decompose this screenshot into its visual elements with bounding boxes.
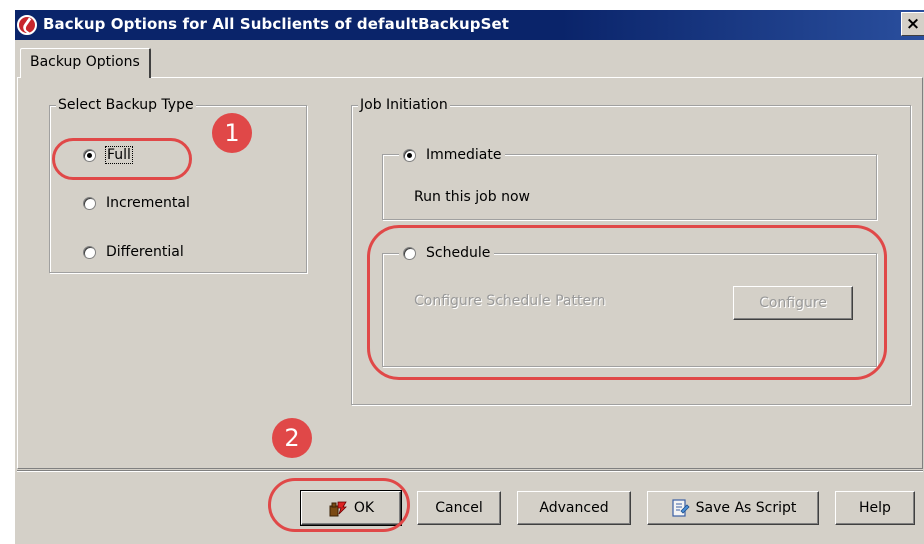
tab-label: Backup Options [30,54,140,70]
radio-immediate[interactable]: Immediate [399,147,506,163]
save-as-script-button[interactable]: Save As Script [647,491,819,525]
close-icon[interactable]: × [901,12,924,36]
commvault-logo-icon [17,15,37,35]
radio-immediate-button[interactable] [403,148,416,162]
radio-incremental[interactable]: Incremental [83,195,190,211]
advanced-button[interactable]: Advanced [517,491,631,525]
save-as-script-label: Save As Script [695,500,797,516]
footer-divider [17,470,923,472]
window-title: Backup Options for All Subclients of def… [43,15,510,33]
annotation-number-2: 2 [272,418,312,458]
immediate-group [382,154,877,220]
script-icon [670,498,690,518]
radio-differential-label: Differential [106,244,184,260]
radio-immediate-label: Immediate [426,147,502,163]
backup-type-legend: Select Backup Type [56,96,196,114]
annotation-number-1: 1 [212,113,252,153]
title-bar[interactable]: Backup Options for All Subclients of def… [15,10,924,40]
job-initiation-legend: Job Initiation [358,96,450,114]
annotation-oval-schedule [367,225,887,380]
immediate-description: Run this job now [414,189,530,205]
cancel-button[interactable]: Cancel [417,491,501,525]
annotation-oval-ok [268,478,410,532]
radio-incremental-label: Incremental [106,195,190,211]
radio-incremental-button[interactable] [83,196,96,210]
radio-differential[interactable]: Differential [83,244,184,260]
tab-backup-options[interactable]: Backup Options [20,48,151,78]
annotation-oval-full [52,138,192,180]
help-button[interactable]: Help [835,491,915,525]
radio-differential-button[interactable] [83,245,96,259]
